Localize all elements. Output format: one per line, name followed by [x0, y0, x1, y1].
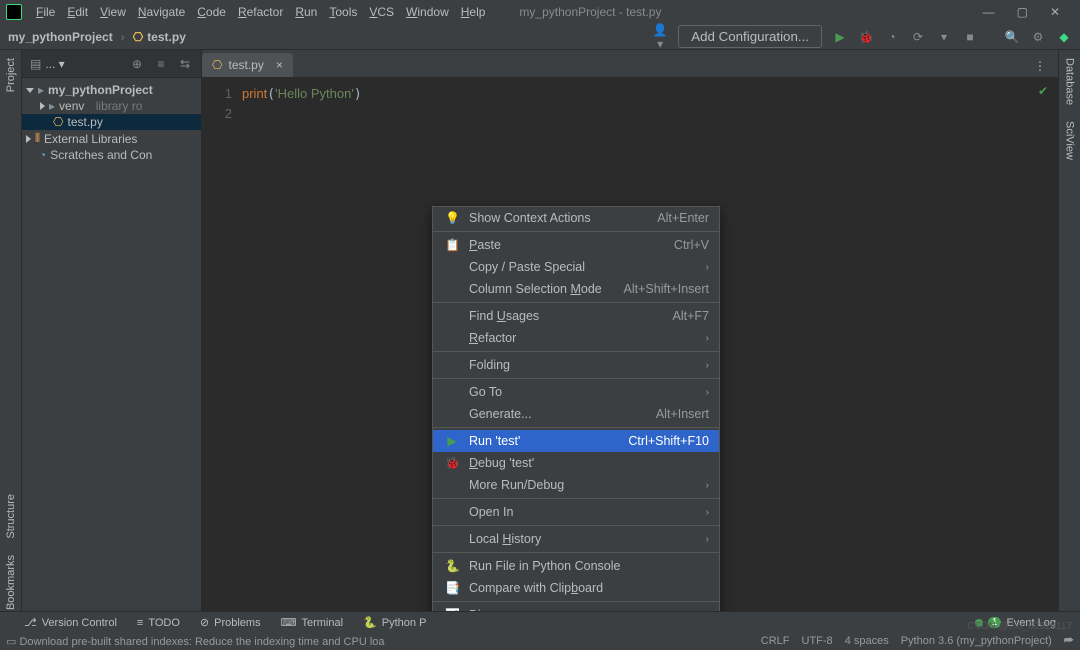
- navigation-bar: my_pythonProject › ⎔ test.py 👤▾ Add Conf…: [0, 24, 1080, 50]
- context-run-file-in-python-console[interactable]: 🐍Run File in Python Console: [433, 555, 719, 577]
- menu-view[interactable]: View: [94, 5, 132, 19]
- maximize-button[interactable]: ▢: [1017, 5, 1028, 19]
- menu-file[interactable]: File: [30, 5, 61, 19]
- editor-tab-test[interactable]: ⎔ test.py ×: [202, 53, 293, 77]
- python-file-icon: ⎔: [212, 58, 222, 72]
- context-folding[interactable]: Folding›: [433, 354, 719, 376]
- python-packages-tab[interactable]: 🐍 Python P: [363, 616, 426, 629]
- menu-navigate[interactable]: Navigate: [132, 5, 191, 19]
- inspection-ok-icon[interactable]: ✔: [1038, 84, 1048, 98]
- menu-refactor[interactable]: Refactor: [232, 5, 289, 19]
- context-compare-with-clipboard[interactable]: 📑Compare with Clipboard: [433, 577, 719, 599]
- watermark: CSDN @mo_62819117: [968, 621, 1072, 632]
- editor-tabs: ⎔ test.py × ⋮: [202, 50, 1058, 78]
- tree-scratches[interactable]: ◔Scratches and Con: [22, 147, 201, 163]
- context-open-in[interactable]: Open In›: [433, 501, 719, 523]
- close-button[interactable]: ✕: [1050, 5, 1060, 19]
- window-title: my_pythonProject - test.py: [491, 5, 982, 19]
- menu-tools[interactable]: Tools: [323, 5, 363, 19]
- project-view-select[interactable]: ▤ ... ▾: [30, 57, 65, 71]
- project-tool-window: ▤ ... ▾ ⊕ ≡ ⇆ ▸my_pythonProject ▸venv li…: [22, 50, 202, 618]
- coverage-icon[interactable]: ◔: [884, 30, 900, 44]
- left-tool-strip: Project Structure Bookmarks: [0, 50, 22, 618]
- status-message: Download pre-built shared indexes: Reduc…: [19, 636, 760, 648]
- debug-icon[interactable]: 🐞: [858, 30, 874, 44]
- locate-icon[interactable]: ⊕: [129, 57, 145, 71]
- menu-bar: FileEditViewNavigateCodeRefactorRunTools…: [0, 0, 1080, 24]
- lock-cell[interactable]: ⮫: [1064, 635, 1074, 648]
- minimize-button[interactable]: —: [983, 5, 995, 19]
- search-icon[interactable]: 🔍: [1004, 30, 1020, 44]
- context-more-run-debug[interactable]: More Run/Debug›: [433, 474, 719, 496]
- terminal-tab[interactable]: ⌨ Terminal: [281, 616, 343, 629]
- tree-venv[interactable]: ▸venv library ro: [22, 98, 201, 114]
- menu-vcs[interactable]: VCS: [363, 5, 400, 19]
- context-debug-test[interactable]: 🐞Debug 'test': [433, 452, 719, 474]
- context-run-test[interactable]: ▶Run 'test'Ctrl+Shift+F10: [433, 430, 719, 452]
- context-generate[interactable]: Generate...Alt+Insert: [433, 403, 719, 425]
- context-go-to[interactable]: Go To›: [433, 381, 719, 403]
- python-file-icon: ⎔: [133, 30, 143, 44]
- menu-window[interactable]: Window: [400, 5, 455, 19]
- project-tool-tab[interactable]: Project: [3, 50, 19, 100]
- menu-edit[interactable]: Edit: [61, 5, 94, 19]
- sciview-tool-tab[interactable]: SciView: [1062, 113, 1078, 168]
- indent-cell[interactable]: 4 spaces: [845, 635, 889, 648]
- tree-external-libs[interactable]: ⫴External Libraries: [22, 130, 201, 147]
- context-menu: 💡Show Context ActionsAlt+Enter 📋PasteCtrl…: [432, 206, 720, 650]
- right-tool-strip: Database SciView: [1058, 50, 1080, 618]
- context-show-context-actions[interactable]: 💡Show Context ActionsAlt+Enter: [433, 207, 719, 229]
- menu-code[interactable]: Code: [191, 5, 232, 19]
- context-column-selection-mode[interactable]: Column Selection ModeAlt+Shift+Insert: [433, 278, 719, 300]
- context-refactor[interactable]: Refactor›: [433, 327, 719, 349]
- profiler-icon[interactable]: ⟳: [910, 30, 926, 44]
- ide-actions-icon[interactable]: ◆: [1056, 30, 1072, 44]
- stop-icon[interactable]: ■: [962, 30, 978, 44]
- context-local-history[interactable]: Local History›: [433, 528, 719, 550]
- run-icon[interactable]: ▶: [832, 30, 848, 44]
- problems-tab[interactable]: ⊘ Problems: [200, 616, 261, 629]
- status-bar: ▭ Download pre-built shared indexes: Red…: [0, 633, 1080, 650]
- todo-tab[interactable]: ≡ TODO: [137, 617, 180, 629]
- context-find-usages[interactable]: Find UsagesAlt+F7: [433, 305, 719, 327]
- bookmarks-tool-tab[interactable]: Bookmarks: [3, 547, 19, 618]
- app-icon: [6, 4, 22, 20]
- tree-project-root[interactable]: ▸my_pythonProject: [22, 82, 201, 98]
- line-separator-cell[interactable]: CRLF: [761, 635, 790, 648]
- add-configuration-button[interactable]: Add Configuration...: [678, 25, 822, 48]
- collapse-icon[interactable]: ⇆: [177, 57, 193, 71]
- menu-help[interactable]: Help: [455, 5, 492, 19]
- database-tool-tab[interactable]: Database: [1062, 50, 1078, 113]
- context-copy-paste-special[interactable]: Copy / Paste Special›: [433, 256, 719, 278]
- structure-tool-tab[interactable]: Structure: [3, 486, 19, 547]
- settings-icon[interactable]: ⚙: [1030, 30, 1046, 44]
- status-icon[interactable]: ▭: [6, 635, 16, 648]
- breadcrumb-project[interactable]: my_pythonProject: [8, 30, 113, 44]
- attach-icon[interactable]: ▾: [936, 30, 952, 44]
- breadcrumb-file[interactable]: test.py: [147, 30, 186, 44]
- close-tab-icon[interactable]: ×: [276, 58, 283, 72]
- user-icon[interactable]: 👤▾: [652, 23, 668, 51]
- context-paste[interactable]: 📋PasteCtrl+V: [433, 234, 719, 256]
- tabs-more-icon[interactable]: ⋮: [1024, 55, 1058, 77]
- expand-icon[interactable]: ≡: [153, 57, 169, 71]
- interpreter-cell[interactable]: Python 3.6 (my_pythonProject): [901, 635, 1052, 648]
- tree-file-test[interactable]: ⎔test.py: [22, 114, 201, 130]
- menu-run[interactable]: Run: [289, 5, 323, 19]
- encoding-cell[interactable]: UTF-8: [802, 635, 833, 648]
- gutter: 1 2: [202, 78, 242, 618]
- bottom-tool-bar: ⎇ Version Control ≡ TODO ⊘ Problems ⌨ Te…: [0, 611, 1080, 633]
- version-control-tab[interactable]: ⎇ Version Control: [24, 616, 117, 629]
